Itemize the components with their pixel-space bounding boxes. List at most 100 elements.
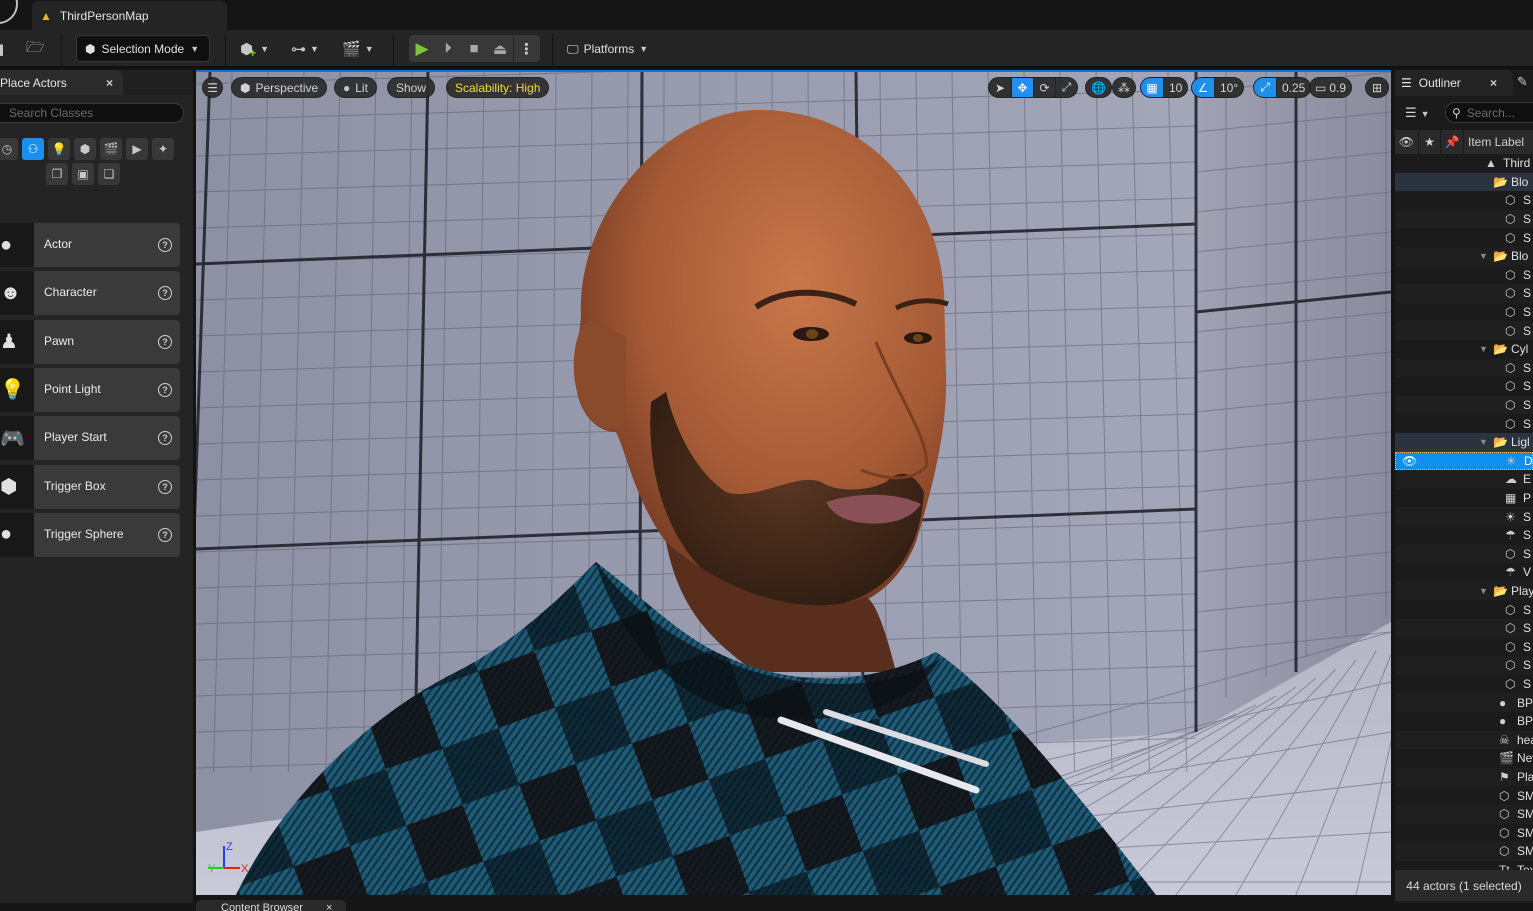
- outliner-row[interactable]: ⬡ SM: [1395, 786, 1533, 805]
- outliner-row[interactable]: ⬡ S: [1395, 209, 1533, 229]
- outliner-row[interactable]: ⬡ S: [1395, 544, 1533, 564]
- category-visual-effects-button[interactable]: ▶: [126, 138, 148, 160]
- outliner-tab[interactable]: ☰ Outliner ×: [1395, 70, 1513, 96]
- outliner-folder-row[interactable]: ▼ 📂 Ligl: [1395, 433, 1533, 452]
- expand-arrow-icon[interactable]: ▼: [1479, 344, 1488, 354]
- eject-button[interactable]: ⏏: [487, 35, 513, 62]
- outliner-row[interactable]: ⬡ S: [1395, 191, 1533, 210]
- close-icon[interactable]: ×: [1490, 76, 1497, 90]
- content-browser-tab[interactable]: Content Browser ×: [196, 900, 346, 911]
- item-label-column[interactable]: Item Label: [1464, 130, 1533, 154]
- camera-speed-button[interactable]: ▭ 0.9: [1309, 77, 1353, 98]
- coordinate-system-button[interactable]: 🌐: [1085, 77, 1112, 98]
- scale-snap-value[interactable]: 0.25: [1276, 78, 1310, 97]
- help-icon[interactable]: ?: [158, 286, 172, 301]
- category-basic-button[interactable]: ⚇: [22, 138, 44, 160]
- category-cinematic-button[interactable]: 🎬: [100, 138, 122, 160]
- details-pencil-icon[interactable]: ✎: [1517, 74, 1528, 90]
- favorite-column[interactable]: ★: [1419, 130, 1442, 154]
- help-icon[interactable]: ?: [158, 479, 172, 494]
- outliner-folder-row[interactable]: 📂 Blo: [1395, 172, 1533, 192]
- advance-frame-button[interactable]: ⏵: [435, 35, 461, 62]
- outliner-row[interactable]: ⬡ S: [1395, 358, 1533, 378]
- help-icon[interactable]: ?: [158, 334, 172, 349]
- outliner-row[interactable]: ⬡ S: [1395, 228, 1533, 247]
- grid-snap-value[interactable]: 10: [1163, 78, 1187, 97]
- search-classes-input[interactable]: Search Classes: [0, 103, 184, 123]
- level-viewport[interactable]: ☰ ⬢ Perspective ● Lit Show Scalability: …: [196, 72, 1391, 895]
- help-icon[interactable]: ?: [158, 382, 172, 397]
- outliner-row[interactable]: ⬡ S: [1395, 619, 1533, 638]
- category-lights-button[interactable]: 💡: [48, 138, 70, 160]
- filter-dropdown[interactable]: ☰ ▼: [1405, 105, 1430, 121]
- scale-snap-toggle[interactable]: ⤢: [1254, 78, 1276, 97]
- outliner-row[interactable]: ⚑ Play: [1395, 767, 1533, 787]
- help-icon[interactable]: ?: [158, 431, 172, 446]
- help-icon[interactable]: ?: [158, 238, 172, 252]
- rotate-tool-button[interactable]: ⟳: [1033, 78, 1055, 97]
- show-dropdown[interactable]: Show: [387, 77, 436, 98]
- rotation-snap-value[interactable]: 10°: [1214, 78, 1243, 97]
- scalability-dropdown[interactable]: Scalability: High: [446, 77, 550, 98]
- platforms-dropdown[interactable]: 🖵 Platforms ▼: [567, 38, 648, 60]
- actor-item-trigger-sphere[interactable]: ● Trigger Sphere?: [0, 512, 180, 557]
- actor-item-player-start[interactable]: 🎮 Player Start?: [0, 416, 180, 461]
- actor-item-pawn[interactable]: ♟ Pawn?: [0, 319, 180, 364]
- play-options-button[interactable]: ⋮: [513, 35, 539, 62]
- expand-arrow-icon[interactable]: ▼: [1479, 251, 1488, 261]
- place-actors-tab[interactable]: Place Actors ×: [0, 70, 123, 95]
- actor-item-character[interactable]: ☻ Character?: [0, 271, 180, 316]
- outliner-row[interactable]: ⬡ SM: [1395, 805, 1533, 824]
- select-tool-button[interactable]: ➤: [989, 78, 1011, 97]
- outliner-row[interactable]: ⬡ S: [1395, 675, 1533, 694]
- category-stacked-button[interactable]: ❏: [98, 163, 120, 185]
- category-volumes-button[interactable]: ✦: [152, 138, 174, 160]
- stop-button[interactable]: ■: [461, 35, 487, 62]
- outliner-row[interactable]: ☂ S: [1395, 526, 1533, 545]
- cinematics-button[interactable]: 🎬 ▼: [342, 38, 374, 60]
- blueprints-button[interactable]: ⊶ ▼: [291, 38, 319, 60]
- outliner-row[interactable]: ● BP_: [1395, 693, 1533, 712]
- selection-mode-dropdown[interactable]: ⬢ Selection Mode ▼: [76, 35, 210, 62]
- scale-tool-button[interactable]: ⤢: [1055, 78, 1077, 97]
- eye-icon[interactable]: 👁: [1402, 454, 1417, 468]
- outliner-row[interactable]: ▦ P: [1395, 489, 1533, 508]
- category-all-classes-button[interactable]: ❐: [46, 163, 68, 185]
- outliner-row[interactable]: 🎬New: [1395, 749, 1533, 768]
- outliner-row[interactable]: ⬡ SM: [1395, 824, 1533, 843]
- viewport-options-button[interactable]: ☰: [202, 77, 223, 98]
- add-actor-button[interactable]: ⬢ + ▼: [240, 38, 269, 60]
- outliner-row[interactable]: ⬡ S: [1395, 395, 1533, 415]
- outliner-row[interactable]: ⬡ SM: [1395, 842, 1533, 861]
- view-mode-dropdown[interactable]: ● Lit: [334, 77, 377, 98]
- visibility-column[interactable]: 👁: [1395, 130, 1419, 154]
- help-icon[interactable]: ?: [158, 527, 172, 542]
- browse-content-icon[interactable]: 🗁: [26, 38, 45, 60]
- viewport-layout-button[interactable]: ⊞: [1365, 77, 1389, 98]
- play-button[interactable]: ▶: [409, 35, 435, 62]
- outliner-row[interactable]: ⬡ S: [1395, 377, 1533, 396]
- grid-snap-toggle[interactable]: ▦: [1141, 78, 1163, 97]
- outliner-folder-row[interactable]: ▼ 📂 Play: [1395, 581, 1533, 601]
- outliner-row[interactable]: ⬡ S: [1395, 600, 1533, 619]
- outliner-search-input[interactable]: ⚲ Search...: [1445, 102, 1533, 123]
- category-geometry-button[interactable]: ▣: [72, 163, 94, 185]
- perspective-dropdown[interactable]: ⬢ Perspective: [231, 77, 328, 98]
- pin-column[interactable]: 📌: [1441, 130, 1464, 154]
- outliner-row[interactable]: ☀ S: [1395, 507, 1533, 526]
- rotation-snap-toggle[interactable]: ∠: [1192, 78, 1214, 97]
- close-icon[interactable]: ×: [106, 76, 113, 90]
- outliner-folder-row[interactable]: ▼ 📂 Blo: [1395, 247, 1533, 266]
- outliner-row[interactable]: ⬡ S: [1395, 284, 1533, 303]
- expand-arrow-icon[interactable]: ▼: [1479, 586, 1488, 596]
- unreal-logo-icon[interactable]: [0, 0, 18, 24]
- category-recent-button[interactable]: ◷: [0, 138, 18, 160]
- outliner-row[interactable]: ⬡ S: [1395, 266, 1533, 285]
- category-shapes-button[interactable]: ⬢: [74, 138, 96, 160]
- actor-item-trigger-box[interactable]: ⬢ Trigger Box?: [0, 464, 180, 509]
- outliner-row[interactable]: ⬡ S: [1395, 321, 1533, 340]
- close-icon[interactable]: ×: [326, 900, 332, 911]
- outliner-row[interactable]: ⬡ S: [1395, 656, 1533, 675]
- outliner-folder-row[interactable]: ▼ 📂 Cyl: [1395, 340, 1533, 359]
- surface-snapping-button[interactable]: ⁂: [1112, 77, 1136, 98]
